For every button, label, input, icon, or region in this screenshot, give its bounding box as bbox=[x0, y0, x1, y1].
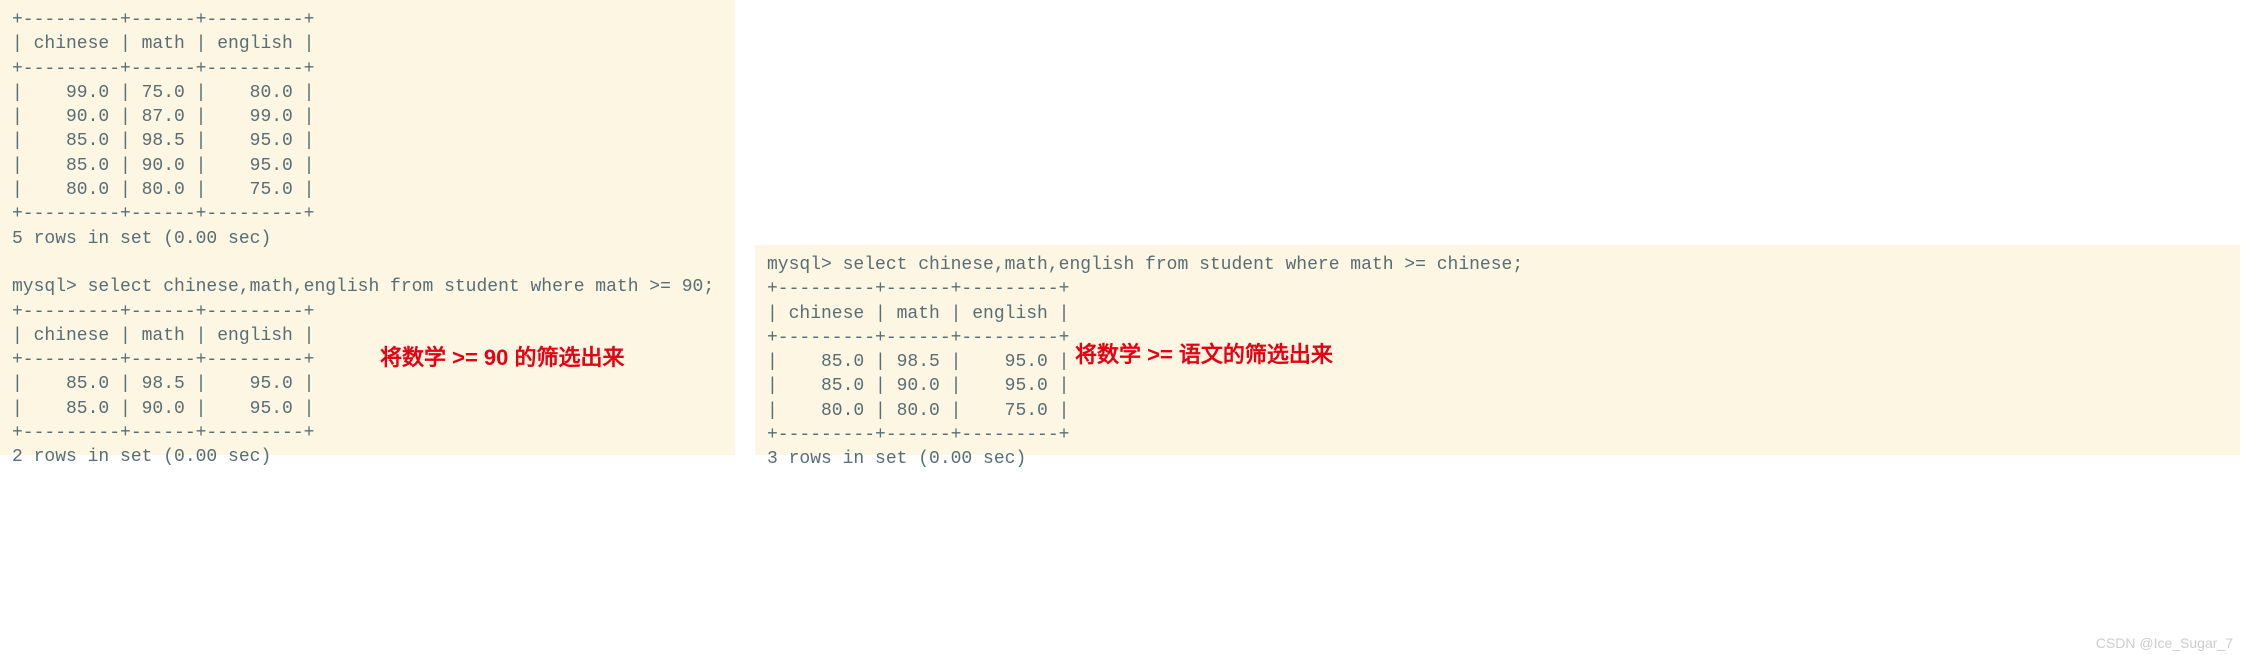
terminal-output-right: mysql> select chinese,math,english from … bbox=[755, 245, 2240, 455]
terminal-output-left: +---------+------+---------+ | chinese |… bbox=[0, 0, 735, 455]
table-header: | chinese | math | english | bbox=[12, 326, 314, 346]
table-row: | 80.0 | 80.0 | 75.0 | bbox=[12, 180, 314, 200]
result-summary: 2 rows in set (0.00 sec) bbox=[12, 447, 271, 467]
table-border: +---------+------+---------+ bbox=[12, 10, 314, 30]
table-border: +---------+------+---------+ bbox=[767, 425, 1069, 445]
annotation-right: 将数学 >= 语文的筛选出来 bbox=[1075, 337, 1333, 369]
table-border: +---------+------+---------+ bbox=[12, 302, 314, 322]
table-border: +---------+------+---------+ bbox=[767, 328, 1069, 348]
table-row: | 80.0 | 80.0 | 75.0 | bbox=[767, 401, 1069, 421]
result-summary: 5 rows in set (0.00 sec) bbox=[12, 229, 271, 249]
table-row: | 85.0 | 98.5 | 95.0 | bbox=[12, 374, 314, 394]
sql-query: mysql> select chinese,math,english from … bbox=[12, 277, 714, 297]
table-header: | chinese | math | english | bbox=[12, 34, 314, 54]
table-row: | 85.0 | 98.5 | 95.0 | bbox=[767, 352, 1069, 372]
table-border: +---------+------+---------+ bbox=[12, 59, 314, 79]
table-border: +---------+------+---------+ bbox=[767, 279, 1069, 299]
annotation-left: 将数学 >= 90 的筛选出来 bbox=[380, 340, 625, 372]
result-summary: 3 rows in set (0.00 sec) bbox=[767, 449, 1026, 469]
table-border: +---------+------+---------+ bbox=[12, 350, 314, 370]
table-row: | 85.0 | 90.0 | 95.0 | bbox=[12, 399, 314, 419]
watermark: CSDN @Ice_Sugar_7 bbox=[2096, 635, 2233, 651]
table-row: | 90.0 | 87.0 | 99.0 | bbox=[12, 107, 314, 127]
table-row: | 85.0 | 98.5 | 95.0 | bbox=[12, 131, 314, 151]
sql-query: mysql> select chinese,math,english from … bbox=[767, 255, 1523, 275]
table-row: | 99.0 | 75.0 | 80.0 | bbox=[12, 83, 314, 103]
table-row: | 85.0 | 90.0 | 95.0 | bbox=[12, 156, 314, 176]
table-border: +---------+------+---------+ bbox=[12, 423, 314, 443]
table-row: | 85.0 | 90.0 | 95.0 | bbox=[767, 376, 1069, 396]
table-border: +---------+------+---------+ bbox=[12, 204, 314, 224]
table-header: | chinese | math | english | bbox=[767, 304, 1069, 324]
